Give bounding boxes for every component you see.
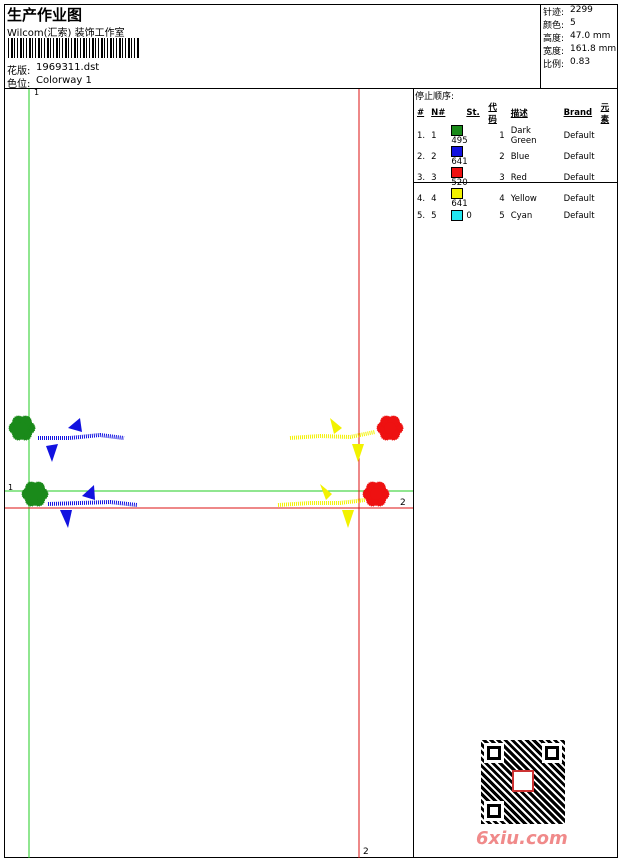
guide-label-red-bottom: 2 (363, 847, 369, 857)
row-stitches: 641 (448, 146, 485, 167)
stat-value: 161.8 mm (570, 44, 617, 54)
row-needle: 3 (431, 172, 437, 183)
row-element (598, 146, 620, 167)
table-row: 3. 3 520 3 Red Default (414, 167, 620, 188)
row-code: 5 (499, 210, 505, 221)
stats-divider (540, 4, 541, 88)
column-header: Brand (563, 108, 593, 118)
row-brand: Default (563, 172, 595, 183)
row-description: Cyan (510, 210, 533, 221)
row-index: 3. (417, 172, 426, 183)
color-swatch (451, 188, 464, 199)
stitch-count: 520 (451, 178, 468, 188)
stat-label: 颜色: (543, 21, 565, 31)
row-element (598, 125, 620, 146)
row-description: Dark Green (510, 125, 537, 146)
stat-label: 针迹: (543, 8, 565, 18)
stat-value: 2299 (570, 5, 593, 15)
stat-value: 5 (570, 18, 576, 28)
stat-value: 0.83 (570, 57, 591, 67)
color-swatch (451, 146, 464, 157)
stat-label: 高度: (543, 34, 565, 44)
row-brand: Default (563, 151, 595, 162)
stitch-count: 0 (466, 211, 472, 221)
row-brand: Default (563, 193, 595, 204)
row-needle: 1 (431, 130, 437, 141)
row-needle: 2 (431, 151, 437, 162)
watermark-logo: 6xiu.com (476, 828, 568, 849)
row-index: 4. (417, 193, 426, 204)
row-code: 4 (499, 193, 505, 204)
stitch-count: 641 (451, 199, 468, 209)
color-sequence-table: # N# St. 代码 描述 Brand 元素 1. 1 495 1 Dark Green Defau… (414, 101, 620, 222)
row-index: 1. (417, 130, 426, 141)
guide-label-green-top: 1 (34, 88, 40, 97)
table-header-row: # N# St. 代码 描述 Brand 元素 (414, 101, 620, 125)
row-stitches: 641 (448, 188, 485, 209)
column-header: St. (466, 108, 480, 118)
studio-name: Wilcom(汇索) 装饰工作室 (7, 28, 125, 39)
table-row: 2. 2 641 2 Blue Default (414, 146, 620, 167)
row-code: 3 (499, 172, 505, 183)
row-element (598, 209, 620, 222)
row-description: Yellow (510, 193, 537, 204)
column-header: 描述 (510, 109, 528, 119)
color-swatch (451, 210, 464, 221)
guide-label-green-left: 1 (8, 483, 14, 492)
row-stitches: 495 (448, 125, 485, 146)
row-stitches: 520 (448, 167, 485, 188)
stat-value: 47.0 mm (570, 31, 611, 41)
barcode (8, 38, 140, 58)
seal-logo (512, 770, 534, 792)
colorway-label: 色位: (7, 79, 31, 90)
table-row: 1. 1 495 1 Dark Green Default (414, 125, 620, 146)
colorway-value: Colorway 1 (36, 75, 92, 86)
row-code: 2 (499, 151, 505, 162)
column-header: 代码 (488, 103, 497, 125)
column-header: N# (431, 108, 446, 118)
row-index: 5. (417, 210, 426, 221)
table-row: 4. 4 641 4 Yellow Default (414, 188, 620, 209)
row-element (598, 188, 620, 209)
stitch-count: 495 (451, 136, 468, 146)
row-needle: 4 (431, 193, 437, 204)
row-index: 2. (417, 151, 426, 162)
row-needle: 5 (431, 210, 437, 221)
row-element (598, 167, 620, 188)
stat-label: 宽度: (543, 47, 565, 57)
row-description: Red (510, 172, 527, 183)
stitch-count: 641 (451, 157, 468, 167)
table-row: 5. 5 0 5 Cyan Default (414, 209, 620, 222)
page-title: 生产作业图 (7, 6, 83, 24)
design-value: 1969311.dst (36, 62, 100, 73)
color-swatch (451, 167, 464, 178)
row-brand: Default (563, 210, 595, 221)
header-divider (4, 88, 618, 89)
stat-label: 比例: (543, 60, 565, 70)
row-description: Blue (510, 151, 530, 162)
column-header: 元素 (600, 103, 610, 125)
column-header: # (417, 108, 425, 118)
color-swatch (451, 125, 464, 136)
row-stitches: 0 (448, 209, 485, 222)
row-code: 1 (499, 130, 505, 141)
row-brand: Default (563, 130, 595, 141)
guide-label-red-right: 2 (400, 498, 406, 508)
